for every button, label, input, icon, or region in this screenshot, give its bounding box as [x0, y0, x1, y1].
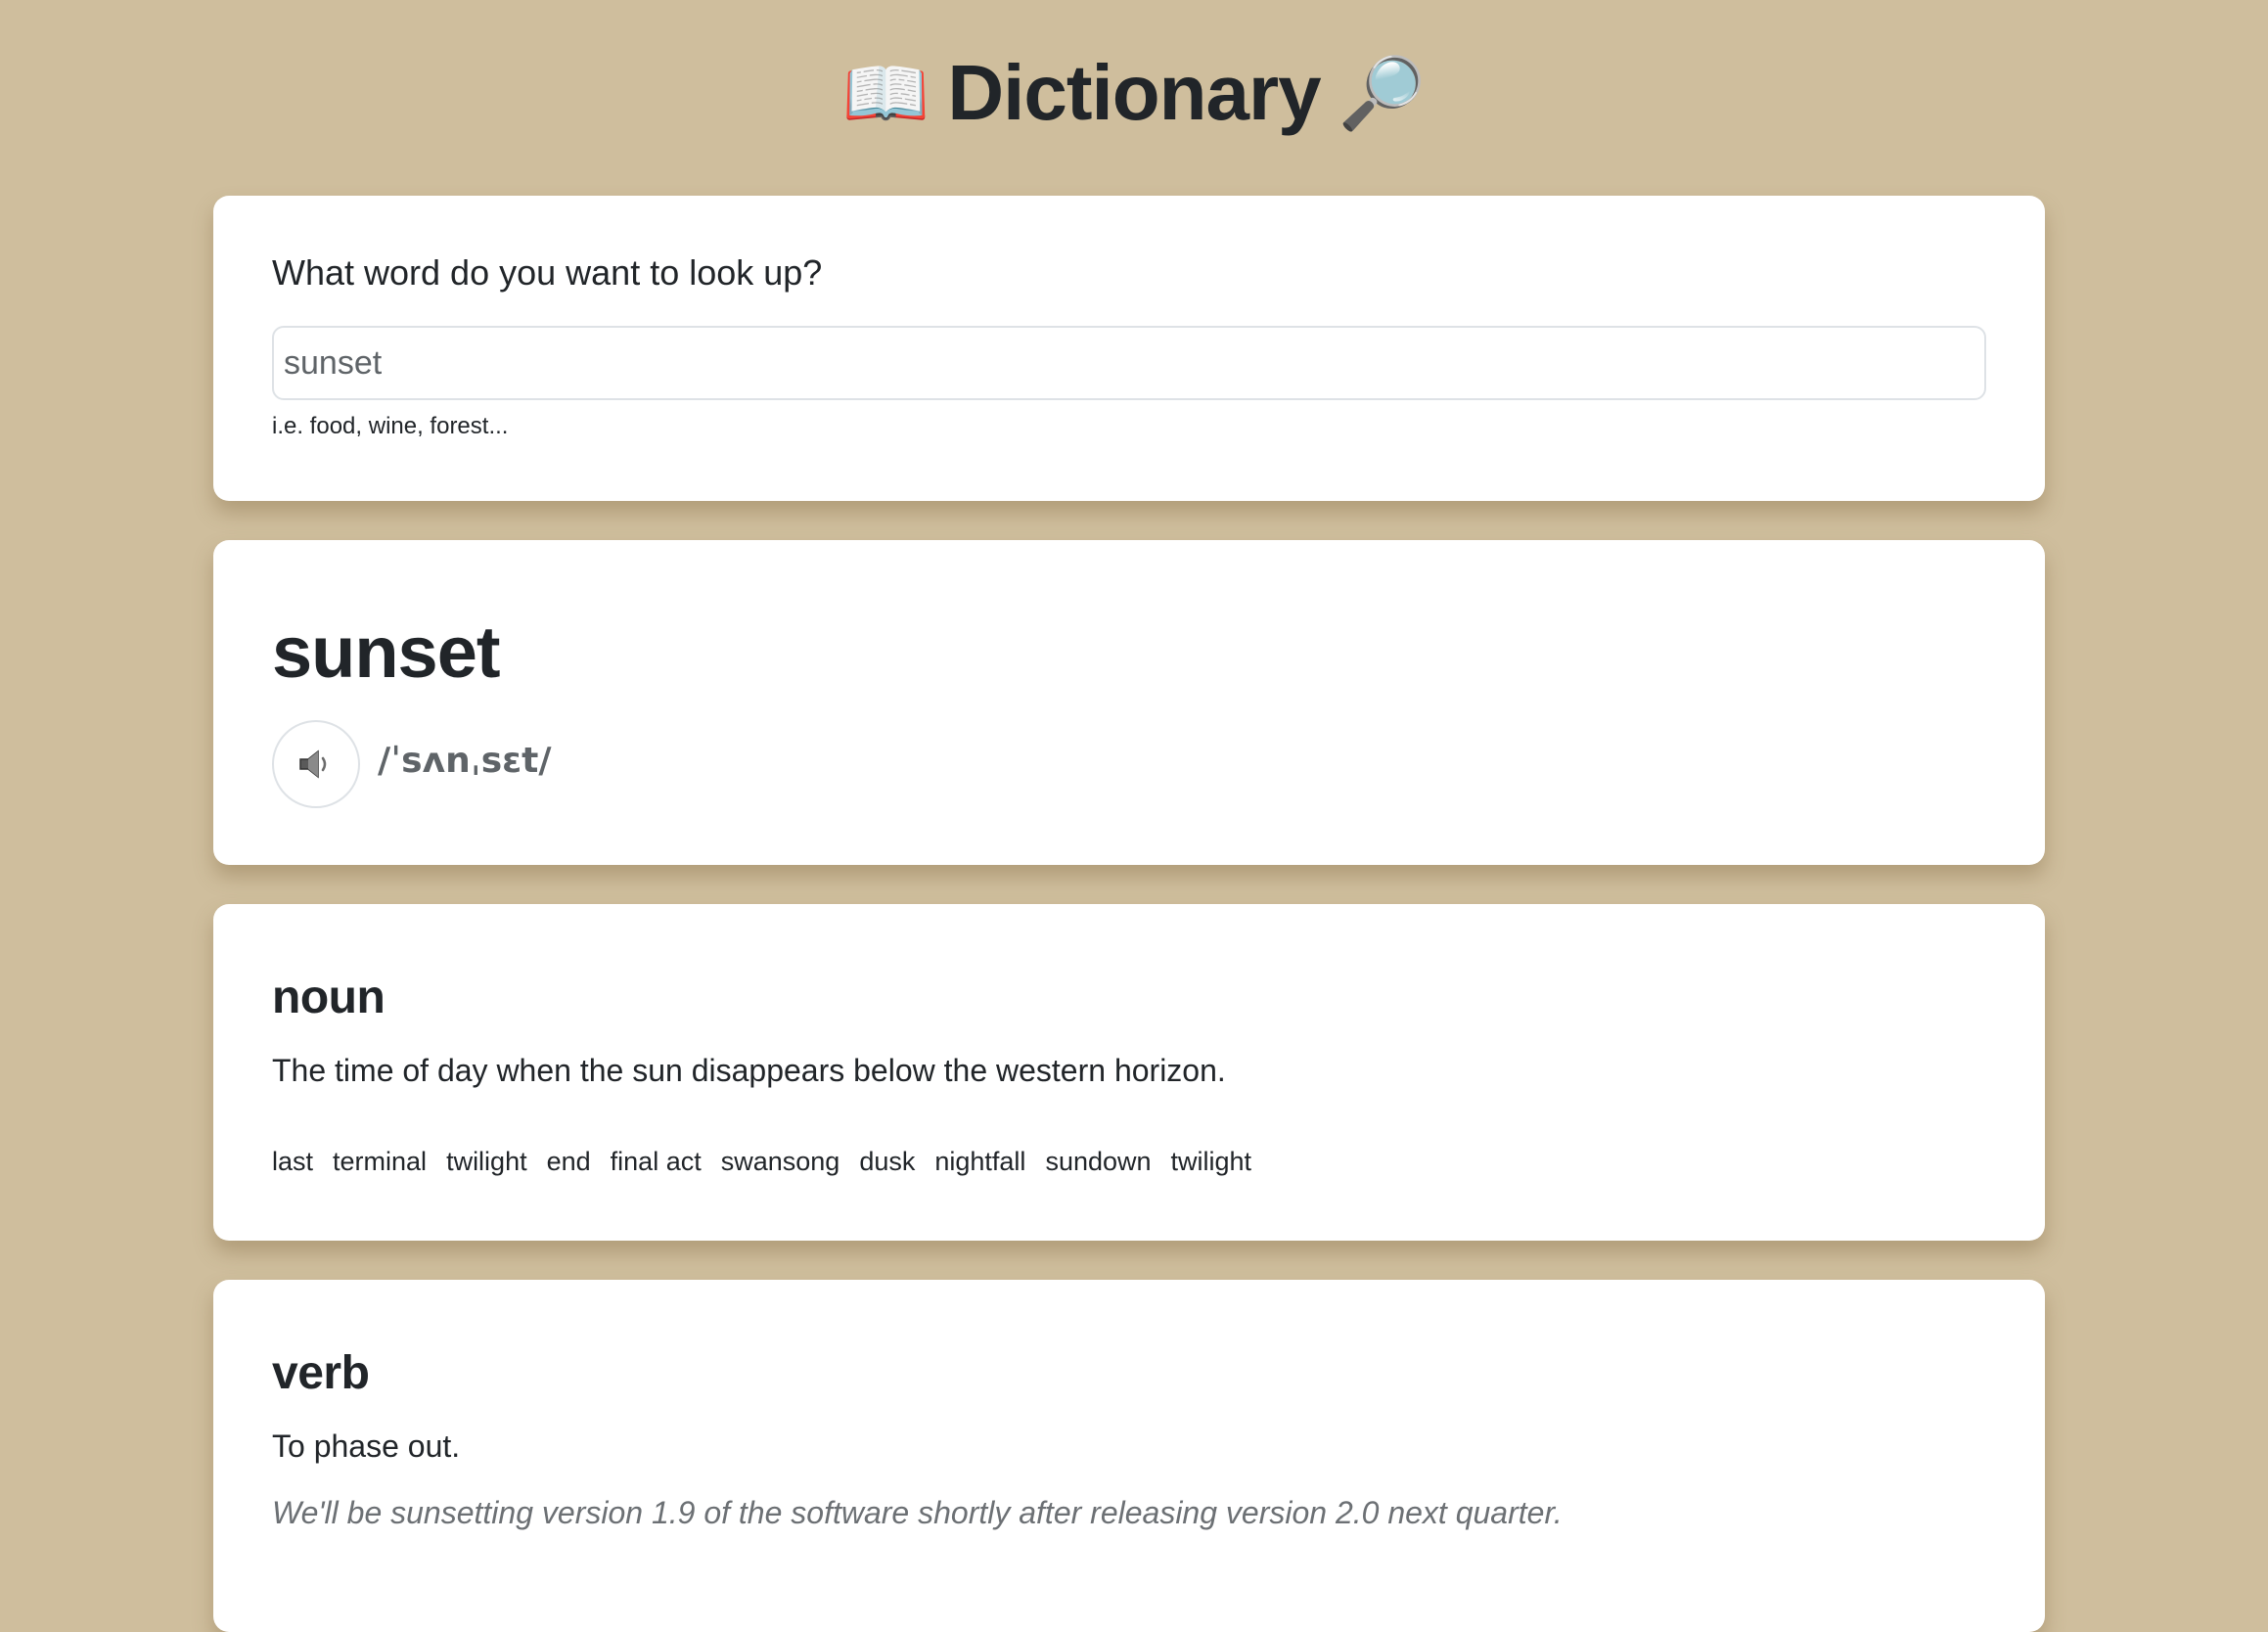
meaning-card-noun: noun The time of day when the sun disapp…: [213, 904, 2045, 1241]
synonym-link[interactable]: sundown: [1045, 1147, 1151, 1177]
search-label: What word do you want to look up?: [272, 252, 823, 293]
definition: To phase out.: [272, 1428, 461, 1464]
usage-example: We'll be sunsetting version 1.9 of the s…: [272, 1495, 1563, 1530]
synonym-link[interactable]: final act: [611, 1147, 702, 1177]
synonym-link[interactable]: dusk: [859, 1147, 915, 1177]
play-audio-button[interactable]: [272, 720, 360, 808]
search-card: What word do you want to look up? i.e. f…: [213, 196, 2045, 501]
word-card: sunset /ˈsʌnˌsɛt/: [213, 540, 2045, 865]
part-of-speech: verb: [272, 1347, 370, 1399]
definition: The time of day when the sun disappears …: [272, 1053, 1226, 1088]
synonym-link[interactable]: nightfall: [934, 1147, 1025, 1177]
synonym-link[interactable]: end: [547, 1147, 591, 1177]
synonym-link[interactable]: twilight: [1171, 1147, 1252, 1177]
word-title: sunset: [272, 612, 501, 693]
synonym-link[interactable]: twilight: [446, 1147, 527, 1177]
search-hint: i.e. food, wine, forest...: [272, 413, 509, 439]
synonym-link[interactable]: terminal: [333, 1147, 427, 1177]
magnifying-glass-icon: 🔎: [1338, 52, 1427, 134]
speaker-icon: [296, 747, 336, 782]
open-book-icon: 📖: [841, 52, 930, 134]
page-title: Dictionary: [947, 49, 1321, 136]
synonym-link[interactable]: swansong: [721, 1147, 840, 1177]
synonym-list: last terminal twilight end final act swa…: [272, 1147, 1251, 1177]
search-input[interactable]: [272, 326, 1986, 400]
page-header: 📖 Dictionary 🔎: [0, 39, 2268, 147]
meaning-card-verb: verb To phase out. We'll be sunsetting v…: [213, 1280, 2045, 1632]
synonym-link[interactable]: last: [272, 1147, 313, 1177]
part-of-speech: noun: [272, 972, 386, 1023]
phonetic-text: /ˈsʌnˌsɛt/: [378, 741, 552, 781]
